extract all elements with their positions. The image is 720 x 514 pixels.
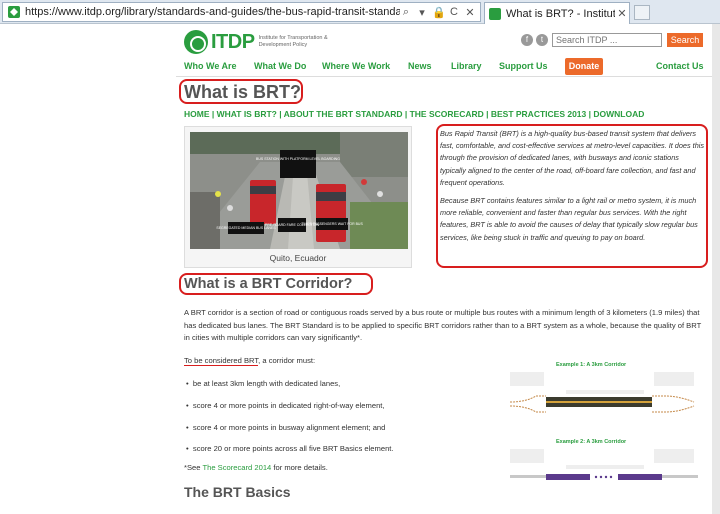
page-title: What is BRT? xyxy=(184,82,301,102)
itdp-logo[interactable]: ITDP Institute for Transportation & Deve… xyxy=(184,30,329,54)
tab-title: What is BRT? - Institute for... xyxy=(506,7,615,20)
facebook-icon[interactable]: f xyxy=(521,34,533,46)
logo-tagline: Institute for Transportation & Developme… xyxy=(258,35,328,48)
browser-toolbar: https://www.itdp.org/library/standards-a… xyxy=(0,0,720,24)
corridor-heading: What is a BRT Corridor? xyxy=(184,276,353,292)
page-content: ITDP Institute for Transportation & Deve… xyxy=(176,24,712,514)
nav-library[interactable]: Library xyxy=(451,61,482,71)
twitter-icon[interactable]: t xyxy=(536,34,548,46)
nav-contact-us[interactable]: Contact Us xyxy=(656,61,704,71)
photo-label-station: BUS STATION WITH PLATFORM LEVEL BOARDING xyxy=(256,157,340,161)
dropdown-icon[interactable]: ▾ xyxy=(416,6,428,19)
brt-definition: Bus Rapid Transit (BRT) is a high-qualit… xyxy=(440,128,705,250)
stop-icon[interactable]: ✕ xyxy=(464,6,476,19)
photo-label-wait: TIMES PASSENGERS WAIT FOR BUS xyxy=(301,222,363,226)
requirement-2: • score 4 or more points in dedicated ri… xyxy=(186,401,385,410)
requirement-4: • score 20 or more points across all fiv… xyxy=(186,444,394,453)
consider-rest: , a corridor must: xyxy=(258,356,316,365)
page-left-margin xyxy=(0,24,176,514)
search-address-icon[interactable]: ⌕ xyxy=(400,6,412,19)
logo-brand: ITDP xyxy=(211,30,255,53)
social-links: f t xyxy=(521,34,548,46)
lock-icon[interactable]: 🔒 xyxy=(432,6,446,19)
requirement-3: • score 4 or more points in busway align… xyxy=(186,423,386,432)
site-identity-icon xyxy=(8,6,20,18)
basics-heading: The BRT Basics xyxy=(184,484,291,500)
refresh-icon[interactable]: C xyxy=(448,6,460,18)
address-bar[interactable]: https://www.itdp.org/library/standards-a… xyxy=(2,2,481,22)
search-input[interactable] xyxy=(552,33,662,47)
nav-support-us[interactable]: Support Us xyxy=(499,61,548,71)
search-button[interactable]: Search xyxy=(667,33,703,47)
url-text[interactable]: https://www.itdp.org/library/standards-a… xyxy=(25,6,400,18)
example-2-diagram xyxy=(510,449,698,480)
tab-favicon-icon xyxy=(489,7,501,20)
requirement-1: • be at least 3km length with dedicated … xyxy=(186,379,341,388)
consider-underlined: To be considered BRT xyxy=(184,356,259,366)
donate-button[interactable]: Donate xyxy=(565,58,603,75)
scorecard-note: *See The Scorecard 2014 for more details… xyxy=(184,463,328,472)
photo-figure: BUS STATION WITH PLATFORM LEVEL BOARDING… xyxy=(184,126,412,268)
definition-paragraph-2: Because BRT contains features similar to… xyxy=(440,196,698,242)
example-1-diagram xyxy=(509,372,695,413)
browser-tab[interactable]: What is BRT? - Institute for... ✕ xyxy=(484,2,630,24)
corridor-body: A BRT corridor is a section of road or c… xyxy=(184,308,702,343)
nav-where-we-work[interactable]: Where We Work xyxy=(322,61,390,71)
photo-caption: Quito, Ecuador xyxy=(269,253,327,263)
nav-who-we-are[interactable]: Who We Are xyxy=(184,61,237,71)
scorecard-link[interactable]: The Scorecard 2014 xyxy=(202,463,271,472)
page-scrollbar[interactable] xyxy=(712,24,720,514)
address-bar-tools: ⌕ ▾ 🔒 C ✕ xyxy=(400,6,480,19)
tab-close-icon[interactable]: ✕ xyxy=(615,7,629,20)
new-tab-button[interactable] xyxy=(634,5,650,20)
definition-paragraph-1: Bus Rapid Transit (BRT) is a high-qualit… xyxy=(440,129,705,187)
logo-mark-icon xyxy=(184,30,208,54)
nav-news[interactable]: News xyxy=(408,61,432,71)
breadcrumb[interactable]: HOME | WHAT IS BRT? | ABOUT THE BRT STAN… xyxy=(184,109,644,119)
brt-photo: BUS STATION WITH PLATFORM LEVEL BOARDING… xyxy=(190,132,408,249)
main-nav: Who We Are What We Do Where We Work News… xyxy=(176,55,712,77)
consider-line: To be considered BRT, a corridor must: xyxy=(184,356,316,366)
nav-what-we-do[interactable]: What We Do xyxy=(254,61,306,71)
